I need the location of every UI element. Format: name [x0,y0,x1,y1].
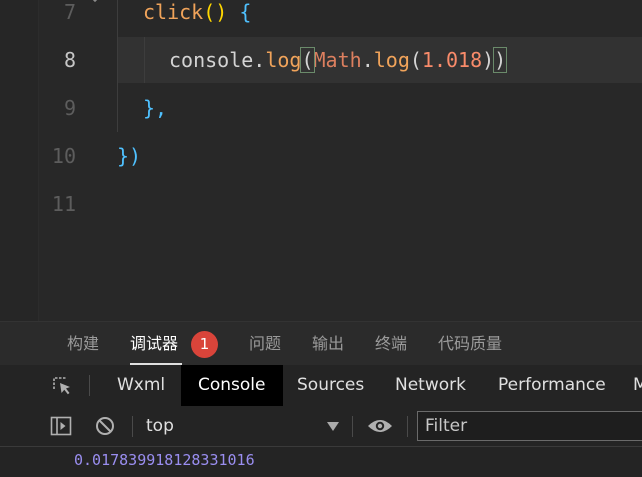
code-line-8: console.log(Math.log(1.018)) [169,36,642,84]
code-line-7: click() { [143,0,642,36]
code-token: 1.018 [421,48,483,72]
bracket-match: ( [300,47,315,73]
code-token: console [169,48,254,72]
line-number: 11 [51,192,76,216]
code-token: () [203,0,228,24]
error-count-badge: 1 [191,331,218,358]
code-editor[interactable]: 7 8 9 10 11 click() { console.log(Math.l… [0,0,642,321]
code-token: . [361,48,374,72]
tab-problems[interactable]: 问题 [249,322,281,366]
code-token: . [253,48,266,72]
bracket-match: ) [493,47,508,73]
context-selector[interactable]: top [146,406,174,446]
tab-terminal[interactable]: 终端 [375,322,407,366]
filter-input[interactable] [417,411,642,441]
console-toolbar: top [0,406,642,447]
tab-debugger[interactable]: 调试器 [130,322,178,366]
panel-tab-bar: 构建 调试器 1 问题 输出 终端 代码质量 [0,321,642,366]
tab-network[interactable]: Network [395,365,466,406]
code-line-10: }) [117,144,142,168]
tab-output[interactable]: 输出 [312,322,344,366]
sidebar-toggle-icon[interactable] [50,415,72,437]
line-number: 10 [51,144,76,168]
tab-wxml[interactable]: Wxml [101,365,181,406]
eye-icon[interactable] [367,416,393,436]
code-token: log [265,48,302,72]
toolbar-divider [132,416,133,437]
devtools-tab-bar: Wxml Console Sources Network Performance… [0,365,642,407]
toolbar-divider [352,416,353,437]
log-message: 0.017839918128331016 [74,451,255,469]
line-number: 7 [63,0,76,24]
toolbar-divider [89,375,90,396]
code-token: Math [313,48,362,72]
console-output: 0.017839918128331016 [0,447,642,477]
code-token: log [373,48,410,72]
code-token: ) [482,48,495,72]
tab-code-quality[interactable]: 代码质量 [438,322,502,366]
inspect-element-icon[interactable] [51,375,73,397]
tab-sources[interactable]: Sources [297,365,364,406]
code-token: { [239,0,252,24]
clear-console-icon[interactable] [94,415,116,437]
dropdown-arrow-icon[interactable] [327,422,339,431]
tab-console[interactable]: Console [181,365,283,406]
indent-guide [117,0,118,132]
function-name: click [143,0,204,24]
indent-guide [144,37,145,83]
devtools-window: 7 8 9 10 11 click() { console.log(Math.l… [0,0,642,477]
tab-performance[interactable]: Performance [498,365,606,406]
line-number-active: 8 [63,48,76,72]
code-token: ( [409,48,422,72]
code-line-9: }, [143,96,168,120]
line-number: 9 [63,96,76,120]
tab-build[interactable]: 构建 [67,322,99,366]
toolbar-divider [407,416,408,437]
chevron-down-icon[interactable] [88,0,102,4]
tab-more[interactable]: M [633,365,642,406]
